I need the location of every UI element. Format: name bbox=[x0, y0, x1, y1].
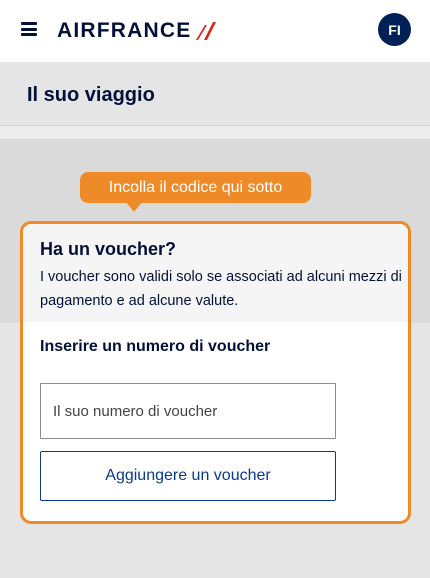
voucher-card: Ha un voucher? I voucher sono validi sol… bbox=[20, 221, 411, 524]
user-avatar[interactable]: FI bbox=[378, 13, 411, 46]
hamburger-menu-icon[interactable] bbox=[21, 22, 37, 36]
top-navigation-bar: AIRFRANCE FI bbox=[0, 0, 430, 62]
tooltip-arrow bbox=[126, 202, 142, 212]
section-divider bbox=[0, 126, 430, 139]
voucher-title: Ha un voucher? bbox=[40, 239, 177, 259]
air-france-stripe-icon bbox=[196, 22, 217, 40]
voucher-description: I voucher sono validi solo se associati … bbox=[40, 269, 402, 309]
paste-code-tooltip: Incolla il codice qui sotto bbox=[80, 172, 311, 203]
avatar-initials: FI bbox=[388, 21, 401, 38]
tooltip-text: Incolla il codice qui sotto bbox=[108, 178, 283, 196]
page-title: Il suo viaggio bbox=[27, 84, 155, 106]
voucher-card-header: Ha un voucher? I voucher sono validi sol… bbox=[23, 224, 408, 322]
air-france-logo[interactable]: AIRFRANCE bbox=[57, 18, 217, 44]
page-title-bar: Il suo viaggio bbox=[0, 62, 430, 126]
voucher-number-input[interactable] bbox=[40, 383, 336, 439]
add-voucher-button[interactable]: Aggiungere un voucher bbox=[40, 451, 336, 501]
logo-text: AIRFRANCE bbox=[57, 19, 192, 42]
voucher-field-label: Inserire un numero di voucher bbox=[40, 338, 271, 355]
